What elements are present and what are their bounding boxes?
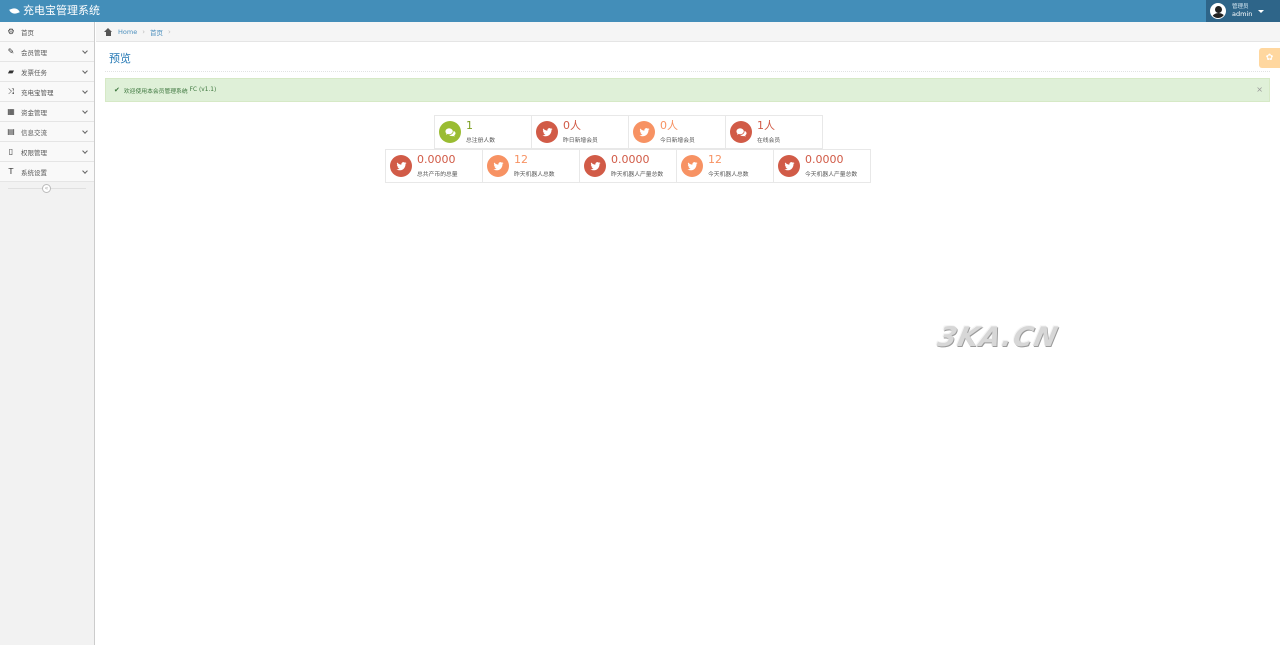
sidebar-collapse-icon[interactable]: « — [42, 184, 51, 193]
chevron-down-icon — [82, 68, 88, 74]
stat-value: 12 — [514, 153, 528, 166]
stats-row-2: 0.0000 总共产币的总量 12 昨天机器人总数 0.0000 昨天机器人产量总数 12 今… — [385, 149, 871, 183]
sidebar-item-label: 发票任务 — [21, 68, 47, 77]
sidebar-item-label: 信息交流 — [21, 128, 47, 137]
stat-infobox: 1人在线会员 — [725, 115, 823, 149]
book-icon: ▰ — [7, 67, 15, 76]
sidebar-collapse-row: « — [0, 182, 94, 194]
stat-label: 昨天机器人产量总数 — [611, 172, 664, 178]
alert-text: 欢迎使用本会员管理系统 — [123, 88, 188, 95]
twitter-icon — [584, 155, 606, 177]
sidebar: ⚙ 首页 ✎ 会员管理 ▰ 发票任务 ⤨ 充电宝管理 ▦ 资金管理 ▤ 信息交流 ▯ 权限管理 T 系统设置 … — [0, 22, 95, 645]
comments-icon — [439, 121, 461, 143]
user-name: admin — [1232, 10, 1253, 18]
sidebar-item[interactable]: T 系统设置 — [0, 162, 94, 182]
breadcrumb-separator: › — [142, 27, 146, 36]
edit-icon: ✎ — [7, 47, 15, 56]
stat-value: 1 — [466, 119, 473, 132]
page-title: 预览 — [109, 52, 131, 65]
twitter-icon — [487, 155, 509, 177]
stat-label: 昨天机器人总数 — [514, 172, 555, 178]
chevron-down-icon — [82, 128, 88, 134]
stat-label: 在线会员 — [757, 138, 781, 144]
sidebar-item[interactable]: ⚙ 首页 — [0, 22, 94, 42]
settings-gear-icon[interactable]: ✿ — [1259, 48, 1280, 68]
breadcrumb-current[interactable]: 首页 — [150, 27, 163, 37]
leaf-icon — [9, 6, 20, 16]
app-title: 充电宝管理系统 — [23, 4, 100, 17]
stat-infobox: 0人昨日新增会员 — [531, 115, 629, 149]
twitter-icon — [778, 155, 800, 177]
stat-infobox: 0.0000 昨天机器人产量总数 — [579, 149, 677, 183]
sidebar-item-label: 资金管理 — [21, 108, 47, 117]
sidebar-nav: ⚙ 首页 ✎ 会员管理 ▰ 发票任务 ⤨ 充电宝管理 ▦ 资金管理 ▤ 信息交流 ▯ 权限管理 T 系统设置 — [0, 22, 94, 182]
stat-infobox: 0人今日新增会员 — [628, 115, 726, 149]
stat-infobox: 12 昨天机器人总数 — [482, 149, 580, 183]
stat-value: 0.0000 — [417, 153, 456, 166]
breadcrumb: Home › 首页 › — [96, 22, 1280, 42]
user-info: 管理员 admin — [1232, 4, 1252, 18]
stat-infobox: 12 今天机器人总数 — [676, 149, 774, 183]
stat-label: 总注册人数 — [466, 138, 495, 144]
list-alt-icon: ▤ — [7, 127, 15, 136]
sidebar-item[interactable]: ✎ 会员管理 — [0, 42, 94, 62]
breadcrumb-home[interactable]: Home — [118, 28, 137, 36]
check-icon: ✔ — [114, 86, 120, 94]
random-icon: ⤨ — [7, 86, 15, 96]
welcome-alert: ✔ 欢迎使用本会员管理系统 FC (v1.1) × — [105, 78, 1270, 102]
stat-label: 今日新增会员 — [660, 138, 695, 144]
sidebar-item[interactable]: ⤨ 充电宝管理 — [0, 82, 94, 102]
app-brand[interactable]: 充电宝管理系统 — [9, 0, 100, 22]
close-icon[interactable]: × — [1256, 85, 1263, 94]
watermark-logo: 3KA.CN — [934, 322, 1062, 353]
sidebar-item[interactable]: ▦ 资金管理 — [0, 102, 94, 122]
chevron-down-icon — [82, 148, 88, 154]
user-avatar-icon — [1210, 3, 1226, 19]
alert-brand: FC — [189, 87, 198, 93]
stat-value: 1人 — [757, 119, 775, 132]
stat-value: 0.0000 — [805, 153, 844, 166]
home-icon — [104, 27, 113, 36]
sidebar-item[interactable]: ▰ 发票任务 — [0, 62, 94, 82]
sidebar-item-label: 会员管理 — [21, 48, 47, 57]
sidebar-item-label: 充电宝管理 — [21, 88, 54, 97]
chevron-down-icon — [82, 108, 88, 114]
stats-row-1: 1 总注册人数 0人 昨日新增会员 0人 今日新增会员 1人 在线会员 — [434, 115, 823, 149]
stat-value: 0人 — [660, 119, 678, 132]
sidebar-item[interactable]: ▯ 权限管理 — [0, 142, 94, 162]
stat-infobox: 0.0000 总共产币的总量 — [385, 149, 483, 183]
stat-value: 0.0000 — [611, 153, 650, 166]
comments-icon — [730, 121, 752, 143]
twitter-icon — [536, 121, 558, 143]
chevron-down-icon — [82, 48, 88, 54]
tachometer-icon: ⚙ — [7, 27, 15, 36]
breadcrumb-separator: › — [168, 27, 171, 36]
alert-version: (v1.1) — [199, 87, 217, 93]
page-header: 预览 — [105, 46, 1270, 72]
user-menu[interactable]: 管理员 admin — [1206, 0, 1280, 22]
stat-label: 总共产币的总量 — [417, 172, 458, 178]
twitter-icon — [633, 121, 655, 143]
stat-value: 12 — [708, 153, 722, 166]
top-navbar: 充电宝管理系统 管理员 admin — [0, 0, 1280, 22]
chevron-down-icon — [82, 168, 88, 174]
stat-infobox: 1 总注册人数 — [434, 115, 532, 149]
stat-value: 0人 — [563, 119, 581, 132]
twitter-icon — [681, 155, 703, 177]
text-height-icon: T — [8, 167, 14, 176]
stat-label: 今天机器人产量总数 — [805, 172, 858, 178]
caret-down-icon — [1258, 9, 1265, 13]
sidebar-item[interactable]: ▤ 信息交流 — [0, 122, 94, 142]
sidebar-item-label: 首页 — [21, 28, 34, 37]
sidebar-item-label: 系统设置 — [21, 168, 47, 177]
calendar-icon: ▦ — [7, 107, 15, 116]
stat-infobox: 0.0000 今天机器人产量总数 — [773, 149, 871, 183]
stat-label: 昨日新增会员 — [563, 138, 598, 144]
stat-label: 今天机器人总数 — [708, 172, 749, 178]
sidebar-item-label: 权限管理 — [21, 148, 47, 157]
file-icon: ▯ — [8, 147, 14, 156]
twitter-icon — [390, 155, 412, 177]
chevron-down-icon — [82, 88, 88, 94]
